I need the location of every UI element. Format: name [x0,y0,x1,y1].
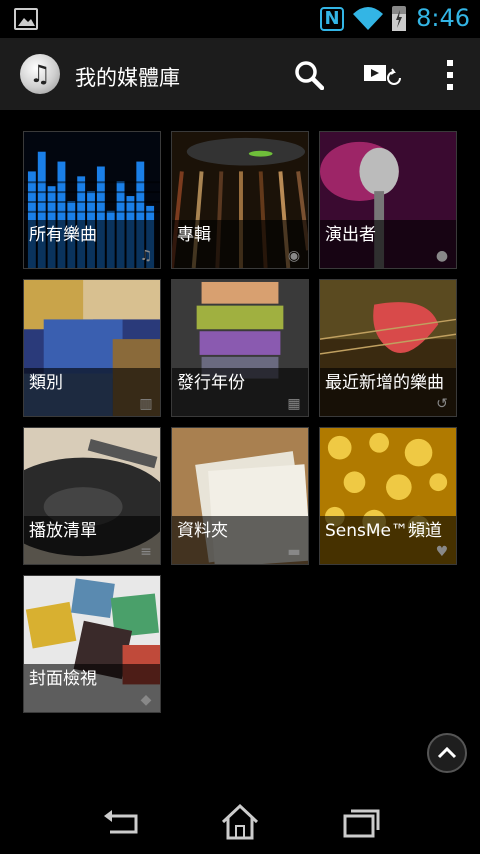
library-grid: 所有樂曲 ♫ 專輯 ◉ 演出者 ● 類別 ▥ 發行年份 ▦ 最近新增的樂曲 ↺ … [23,131,459,731]
tile-label: 類別 [29,373,63,393]
folder-icon: ▬ [287,544,301,560]
recent-apps-icon[interactable] [335,800,385,844]
tile-label: 演出者 [325,225,376,245]
calendar-icon: ▦ [287,396,301,412]
tile-recently-added[interactable]: 最近新增的樂曲 ↺ [319,279,457,417]
tile-label: 播放清單 [29,521,97,541]
overflow-menu-icon[interactable] [440,58,460,92]
tile-label: SensMe™頻道 [325,521,443,541]
throw-to-device-icon[interactable] [362,60,402,90]
clock: 8:46 [416,4,470,32]
back-icon[interactable] [96,800,146,844]
home-icon[interactable] [215,800,265,844]
tile-label: 資料夾 [177,521,228,541]
tile-label: 封面檢視 [29,669,97,689]
tile-label: 專輯 [177,225,211,245]
tile-sensme-channels[interactable]: SensMe™頻道 ♥ [319,427,457,565]
navigation-bar [0,790,480,854]
cover-view-icon: ◆ [140,692,152,708]
status-bar: N 8:46 [0,0,480,38]
person-icon: ● [435,248,449,264]
playlist-icon: ≡ [140,544,152,560]
tile-artists[interactable]: 演出者 ● [319,131,457,269]
chevron-up-icon [437,746,457,759]
nfc-icon: N [320,7,344,31]
tile-label: 所有樂曲 [29,225,97,245]
scroll-to-top-button[interactable] [427,733,467,773]
tile-cover-view[interactable]: 封面檢視 ◆ [23,575,161,713]
genre-icon: ▥ [139,396,153,412]
music-note-icon[interactable]: ♫ [20,54,60,94]
tile-label: 最近新增的樂曲 [325,373,444,393]
recent-history-icon: ↺ [436,396,448,412]
music-note-icon: ♫ [139,248,153,264]
tile-label: 發行年份 [177,373,245,393]
action-bar: ♫ 我的媒體庫 [0,38,480,110]
image-notification-icon [14,8,38,30]
wifi-icon [353,7,383,30]
tile-all-songs[interactable]: 所有樂曲 ♫ [23,131,161,269]
tile-playlists[interactable]: 播放清單 ≡ [23,427,161,565]
tile-release-year[interactable]: 發行年份 ▦ [171,279,309,417]
sensme-icon: ♥ [435,544,449,560]
battery-charging-icon [392,6,406,31]
search-icon[interactable] [294,60,324,90]
tile-genres[interactable]: 類別 ▥ [23,279,161,417]
disc-icon: ◉ [287,248,301,264]
tile-albums[interactable]: 專輯 ◉ [171,131,309,269]
tile-folders[interactable]: 資料夾 ▬ [171,427,309,565]
page-title: 我的媒體庫 [75,66,180,90]
